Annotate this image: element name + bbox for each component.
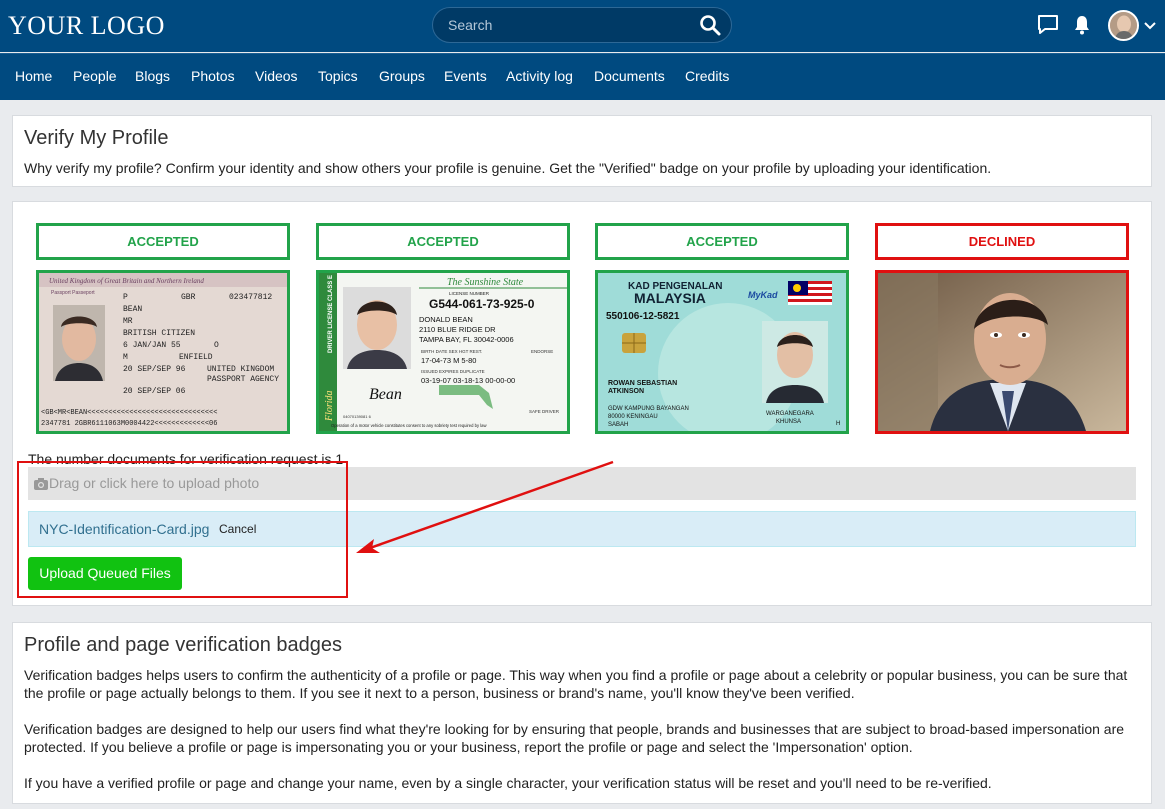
badges-paragraph: Verification badges are designed to help…: [24, 721, 1125, 755]
mykad-name: ROWAN SEBASTIAN: [608, 380, 677, 387]
passport-line: GBR: [181, 293, 196, 302]
page-title: Verify My Profile: [24, 127, 169, 149]
badges-paragraph: If you have a verified profile or page a…: [24, 775, 992, 791]
nav-item-groups[interactable]: Groups: [379, 68, 425, 84]
passport-mrz: <GB<MR<BEAN<<<<<<<<<<<<<<<<<<<<<<<<<<<<<…: [41, 409, 217, 417]
passport-line: M: [123, 353, 128, 362]
mykad-number: 550106-12-5821: [606, 311, 680, 322]
nav-item-photos[interactable]: Photos: [191, 68, 235, 84]
mykad-country: MALAYSIA: [634, 290, 706, 306]
nav-item-credits[interactable]: Credits: [685, 68, 729, 84]
document-image-mykad[interactable]: KAD PENGENALAN MALAYSIA MyKad 550106-12-…: [595, 270, 849, 434]
nav-item-home[interactable]: Home: [15, 68, 52, 84]
chat-icon[interactable]: [1037, 14, 1059, 41]
license-field-header: ENDORSE: [531, 349, 553, 354]
passport-line: UNITED KINGDOM: [207, 365, 274, 374]
mykad-citizenship: WARGANEGARA: [766, 411, 814, 417]
passport-mrz: 2347781 2GBR6111063M0004422<<<<<<<<<<<<<…: [41, 420, 217, 428]
mykad-brand: MyKad: [748, 290, 778, 300]
bell-icon[interactable]: [1073, 14, 1091, 41]
search-box[interactable]: Search: [432, 7, 732, 43]
nav-item-topics[interactable]: Topics: [318, 68, 358, 84]
document-image-declined-photo[interactable]: [875, 270, 1129, 434]
passport-header: United Kingdom of Great Britain and Nort…: [49, 277, 204, 285]
passport-line: 20 SEP/SEP 06: [123, 387, 186, 396]
license-address: 2110 BLUE RIDGE DR: [419, 325, 496, 334]
license-field-header: BIRTH DATE SEX HGT REST.: [421, 349, 482, 354]
verify-panel: Verify My Profile Why verify my profile?…: [12, 115, 1152, 187]
license-state-motto: The Sunshine State: [447, 277, 524, 288]
nav-item-videos[interactable]: Videos: [255, 68, 298, 84]
nav-item-documents[interactable]: Documents: [594, 68, 665, 84]
passport-line: BEAN: [123, 305, 142, 314]
status-badge-accepted: ACCEPTED: [595, 223, 849, 260]
status-badge-declined: DECLINED: [875, 223, 1129, 260]
passport-line: PASSPORT AGENCY: [207, 375, 279, 384]
passport-line: O: [214, 341, 219, 350]
document-image-passport[interactable]: United Kingdom of Great Britain and Nort…: [36, 270, 290, 434]
license-safe-driver: SAFE DRIVER: [529, 409, 560, 414]
nav-item-people[interactable]: People: [73, 68, 117, 84]
mykad-address: SABAH: [608, 422, 628, 428]
passport-sub: Passport Passeport: [51, 290, 95, 296]
passport-line: BRITISH CITIZEN: [123, 329, 195, 338]
verify-description: Why verify my profile? Confirm your iden…: [24, 160, 992, 176]
nav-item-activity-log[interactable]: Activity log: [506, 68, 573, 84]
license-number: G544-061-73-925-0: [429, 297, 535, 311]
search-input[interactable]: Search: [448, 17, 492, 33]
passport-line: ENFIELD: [179, 353, 213, 362]
top-bar: YOUR LOGO Search: [0, 0, 1165, 52]
main-nav: Home People Blogs Photos Videos Topics G…: [0, 53, 1165, 100]
avatar[interactable]: [1108, 10, 1139, 41]
license-field-values: 17-04-73 M 5-80: [421, 356, 476, 365]
passport-line: P: [123, 293, 128, 302]
license-address: TAMPA BAY, FL 30042-0006: [419, 335, 514, 344]
mykad-name: ATKINSON: [608, 388, 644, 395]
mykad-address: 80000 KENINGAU: [608, 414, 658, 420]
status-badge-accepted: ACCEPTED: [316, 223, 570, 260]
nav-item-events[interactable]: Events: [444, 68, 487, 84]
badges-panel: Profile and page verification badges Ver…: [12, 622, 1152, 804]
status-badge-accepted: ACCEPTED: [36, 223, 290, 260]
license-consent: Operation of a motor vehicle constitutes…: [331, 423, 487, 428]
mykad-citizenship: KHUNSA: [776, 419, 801, 425]
license-field-header: ISSUED EXPIRES DUPLICATE: [421, 369, 485, 374]
license-label: LICENSE NUMBER: [449, 291, 490, 296]
badges-paragraph: Verification badges helps users to confi…: [24, 667, 1128, 701]
passport-line: 6 JAN/JAN 55: [123, 341, 181, 350]
site-logo[interactable]: YOUR LOGO: [8, 11, 165, 41]
license-field-values: 03-19-07 03-18-13 00-00-00: [421, 376, 515, 385]
passport-line: 023477812: [229, 293, 272, 302]
mykad-address: GDW KAMPUNG BAYANGAN: [608, 406, 689, 412]
passport-line: MR: [123, 317, 133, 326]
license-serial: 04070139081 6: [343, 414, 372, 419]
badges-title: Profile and page verification badges: [24, 634, 342, 656]
annotation-highlight-box: [17, 461, 348, 598]
license-name: DONALD BEAN: [419, 315, 473, 324]
license-state-name: Florida: [324, 390, 335, 422]
document-image-driver-license[interactable]: DRIVER LICENSE CLASS E Florida The Sunsh…: [316, 270, 570, 434]
malaysia-flag-icon: [788, 281, 832, 305]
mykad-code: H: [836, 421, 840, 427]
passport-line: 20 SEP/SEP 96: [123, 365, 186, 374]
chevron-down-icon[interactable]: [1144, 18, 1156, 36]
nav-item-blogs[interactable]: Blogs: [135, 68, 170, 84]
license-signature: Bean: [369, 386, 402, 403]
search-icon[interactable]: [699, 14, 721, 41]
license-side-label: DRIVER LICENSE CLASS E: [328, 275, 334, 353]
